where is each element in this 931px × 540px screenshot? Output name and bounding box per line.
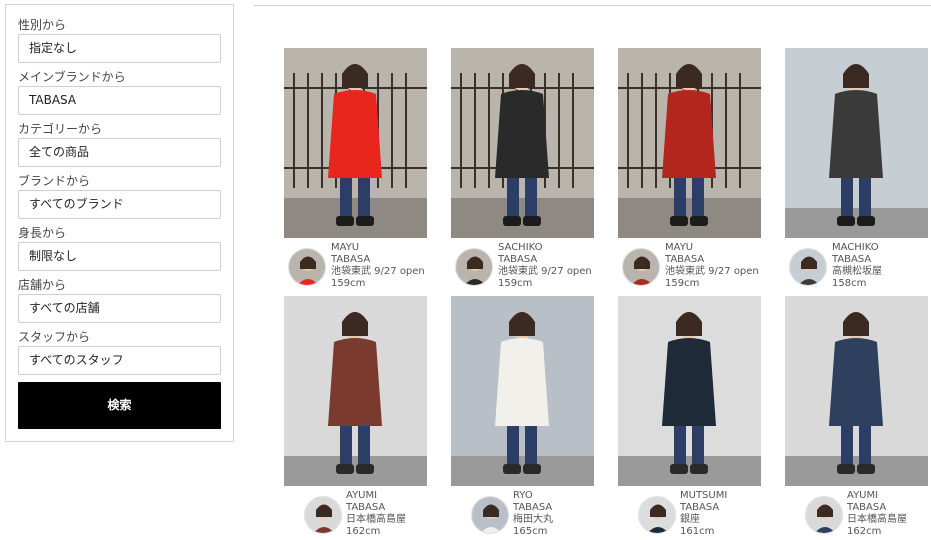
staff-name[interactable]: MAYU: [331, 242, 425, 254]
staff-height: 159cm: [331, 278, 366, 289]
staff-height: 162cm: [346, 526, 381, 537]
filter-gender: 性別から 指定なし: [18, 17, 221, 63]
staff-card[interactable]: AYUMI TABASA 日本橋高島屋 162cm: [284, 296, 429, 540]
filter-label: ブランドから: [18, 174, 91, 188]
staff-photo[interactable]: [284, 48, 427, 238]
staff-photo[interactable]: [618, 296, 761, 486]
staff-card[interactable]: SACHIKO TABASA 池袋東武 9/27 open 159cm: [451, 48, 596, 294]
staff-name[interactable]: AYUMI: [847, 490, 907, 502]
staff-card[interactable]: RYO TABASA 梅田大丸 165cm: [451, 296, 596, 540]
staff-store: 銀座: [680, 514, 700, 525]
staff-photo[interactable]: [284, 296, 427, 486]
staff-store: 池袋東武 9/27 open: [665, 266, 759, 277]
staff-info: RYO TABASA 梅田大丸 165cm: [513, 490, 553, 538]
staff-card[interactable]: MACHIKO TABASA 高槻松坂屋 158cm: [785, 48, 930, 294]
avatar[interactable]: [304, 496, 342, 534]
main-brand-select[interactable]: TABASA: [18, 86, 221, 115]
filter-brand: ブランドから すべてのブランド: [18, 173, 221, 219]
filter-store: 店舗から すべての店舗: [18, 277, 221, 323]
height-select[interactable]: 制限なし: [18, 242, 221, 271]
category-select[interactable]: 全ての商品: [18, 138, 221, 167]
search-button[interactable]: 検索: [18, 382, 221, 429]
staff-photo[interactable]: [785, 48, 928, 238]
filter-label: スタッフから: [18, 330, 91, 344]
staff-height: 159cm: [498, 278, 533, 289]
staff-store: 池袋東武 9/27 open: [498, 266, 592, 277]
staff-name[interactable]: SACHIKO: [498, 242, 592, 254]
staff-card[interactable]: MAYU TABASA 池袋東武 9/27 open 159cm: [618, 48, 763, 294]
staff-meta: MAYU TABASA 池袋東武 9/27 open 159cm: [618, 242, 763, 294]
staff-brand: TABASA: [680, 502, 720, 513]
staff-store: 梅田大丸: [513, 514, 553, 525]
staff-name[interactable]: MACHIKO: [832, 242, 882, 254]
staff-height: 158cm: [832, 278, 867, 289]
staff-store: 日本橋高島屋: [346, 514, 406, 525]
avatar[interactable]: [471, 496, 509, 534]
staff-height: 159cm: [665, 278, 700, 289]
filter-height: 身長から 制限なし: [18, 225, 221, 271]
staff-card[interactable]: MUTSUMI TABASA 銀座 161cm: [618, 296, 763, 540]
staff-store: 池袋東武 9/27 open: [331, 266, 425, 277]
staff-brand: TABASA: [513, 502, 553, 513]
staff-select[interactable]: すべてのスタッフ: [18, 346, 221, 375]
staff-brand: TABASA: [832, 254, 872, 265]
staff-brand: TABASA: [498, 254, 538, 265]
staff-info: MACHIKO TABASA 高槻松坂屋 158cm: [832, 242, 882, 290]
avatar[interactable]: [805, 496, 843, 534]
avatar[interactable]: [638, 496, 676, 534]
filter-panel: 性別から 指定なし メインブランドから TABASA カテゴリーから 全ての商品…: [5, 4, 234, 442]
avatar[interactable]: [288, 248, 326, 286]
staff-meta: RYO TABASA 梅田大丸 165cm: [451, 490, 596, 540]
staff-meta: SACHIKO TABASA 池袋東武 9/27 open 159cm: [451, 242, 596, 294]
filter-staff: スタッフから すべてのスタッフ: [18, 329, 221, 375]
staff-info: SACHIKO TABASA 池袋東武 9/27 open 159cm: [498, 242, 592, 290]
filter-category: カテゴリーから 全ての商品: [18, 121, 221, 167]
staff-store: 高槻松坂屋: [832, 266, 882, 277]
staff-info: MAYU TABASA 池袋東武 9/27 open 159cm: [331, 242, 425, 290]
brand-select[interactable]: すべてのブランド: [18, 190, 221, 219]
staff-height: 162cm: [847, 526, 882, 537]
staff-name[interactable]: MUTSUMI: [680, 490, 727, 502]
filter-label: カテゴリーから: [18, 122, 103, 136]
divider: [254, 5, 931, 6]
filter-label: 身長から: [18, 226, 67, 240]
staff-photo[interactable]: [618, 48, 761, 238]
staff-photo[interactable]: [451, 296, 594, 486]
avatar[interactable]: [789, 248, 827, 286]
staff-height: 161cm: [680, 526, 715, 537]
filter-main-brand: メインブランドから TABASA: [18, 69, 221, 115]
filter-label: 性別から: [18, 18, 67, 32]
staff-card[interactable]: AYUMI TABASA 日本橋高島屋 162cm: [785, 296, 930, 540]
staff-info: MAYU TABASA 池袋東武 9/27 open 159cm: [665, 242, 759, 290]
staff-meta: AYUMI TABASA 日本橋高島屋 162cm: [284, 490, 429, 540]
staff-photo[interactable]: [451, 48, 594, 238]
staff-photo[interactable]: [785, 296, 928, 486]
staff-info: AYUMI TABASA 日本橋高島屋 162cm: [847, 490, 907, 538]
staff-card[interactable]: MAYU TABASA 池袋東武 9/27 open 159cm: [284, 48, 429, 294]
staff-brand: TABASA: [665, 254, 705, 265]
staff-name[interactable]: MAYU: [665, 242, 759, 254]
gender-select[interactable]: 指定なし: [18, 34, 221, 63]
filter-label: メインブランドから: [18, 70, 126, 84]
staff-meta: MACHIKO TABASA 高槻松坂屋 158cm: [785, 242, 930, 294]
staff-brand: TABASA: [331, 254, 371, 265]
staff-info: AYUMI TABASA 日本橋高島屋 162cm: [346, 490, 406, 538]
store-select[interactable]: すべての店舗: [18, 294, 221, 323]
staff-meta: MUTSUMI TABASA 銀座 161cm: [618, 490, 763, 540]
staff-name[interactable]: AYUMI: [346, 490, 406, 502]
staff-meta: MAYU TABASA 池袋東武 9/27 open 159cm: [284, 242, 429, 294]
avatar[interactable]: [622, 248, 660, 286]
staff-meta: AYUMI TABASA 日本橋高島屋 162cm: [785, 490, 930, 540]
staff-name[interactable]: RYO: [513, 490, 553, 502]
filter-label: 店舗から: [18, 278, 67, 292]
avatar[interactable]: [455, 248, 493, 286]
staff-brand: TABASA: [346, 502, 386, 513]
staff-store: 日本橋高島屋: [847, 514, 907, 525]
staff-info: MUTSUMI TABASA 銀座 161cm: [680, 490, 727, 538]
staff-brand: TABASA: [847, 502, 887, 513]
staff-height: 165cm: [513, 526, 548, 537]
